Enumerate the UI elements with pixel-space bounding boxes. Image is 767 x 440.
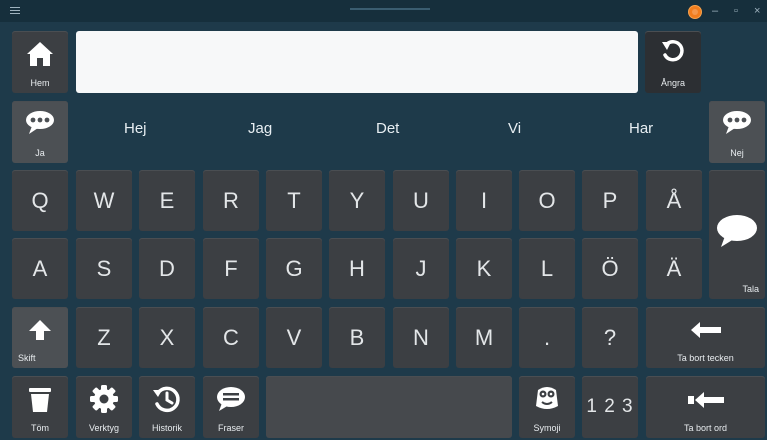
key-o-umlaut[interactable]: Ö (582, 238, 638, 299)
key-a-umlaut[interactable]: Ä (646, 238, 702, 299)
key-f[interactable]: F (203, 238, 259, 299)
speech-bubble-icon (717, 215, 757, 247)
app-badge-icon (688, 5, 702, 19)
no-label: Nej (730, 148, 744, 158)
key-z[interactable]: Z (76, 307, 132, 368)
close-button[interactable]: × (754, 3, 760, 19)
undo-icon (662, 40, 684, 62)
phrases-label: Fraser (217, 423, 244, 433)
key-g[interactable]: G (266, 238, 322, 299)
key-period[interactable]: . (519, 307, 575, 368)
key-h[interactable]: H (329, 238, 385, 299)
key-v[interactable]: V (266, 307, 322, 368)
key-b[interactable]: B (329, 307, 385, 368)
backspace-word-label: Ta bort ord (683, 423, 728, 433)
key-w[interactable]: W (76, 170, 132, 231)
undo-label: Ångra (660, 78, 686, 88)
home-button[interactable]: Hem (12, 31, 68, 93)
symoji-face-icon (536, 387, 558, 409)
backspace-word-icon (687, 392, 724, 408)
phrases-button[interactable]: Fraser (203, 376, 259, 438)
suggestion-2[interactable]: Jag (248, 120, 272, 137)
key-c[interactable]: C (203, 307, 259, 368)
backspace-arrow-icon (690, 322, 721, 338)
key-e[interactable]: E (139, 170, 195, 231)
yes-button[interactable]: Ja (12, 101, 68, 163)
trash-icon (29, 388, 51, 412)
key-m[interactable]: M (456, 307, 512, 368)
key-y[interactable]: Y (329, 170, 385, 231)
key-p[interactable]: P (582, 170, 638, 231)
suggestion-3[interactable]: Det (376, 120, 399, 137)
yes-label: Ja (35, 148, 45, 158)
minimize-button[interactable]: – (712, 3, 718, 19)
speak-button[interactable]: Tala (709, 170, 765, 299)
history-clock-icon (153, 386, 180, 413)
backspace-char-label: Ta bort tecken (677, 353, 734, 363)
tools-label: Verktyg (88, 423, 119, 433)
maximize-button[interactable]: ▫ (734, 3, 738, 19)
key-question[interactable]: ? (582, 307, 638, 368)
key-r[interactable]: R (203, 170, 259, 231)
speak-label: Tala (742, 284, 759, 294)
symoji-button[interactable]: Symoji (519, 376, 575, 438)
shift-arrow-icon (29, 320, 51, 340)
key-a[interactable]: A (12, 238, 68, 299)
key-l[interactable]: L (519, 238, 575, 299)
suggestion-1[interactable]: Hej (124, 120, 147, 137)
gear-icon (90, 385, 118, 413)
history-button[interactable]: Historik (139, 376, 195, 438)
key-s[interactable]: S (76, 238, 132, 299)
home-label: Hem (30, 78, 50, 88)
backspace-word-button[interactable]: Ta bort ord (646, 376, 765, 438)
suggestion-5[interactable]: Har (629, 120, 653, 137)
clear-label: Töm (31, 423, 49, 433)
shift-label: Skift (18, 353, 36, 363)
clear-button[interactable]: Töm (12, 376, 68, 438)
phrase-bubble-icon (217, 387, 245, 411)
numbers-button[interactable]: 1 2 3 (582, 376, 638, 438)
undo-button[interactable]: Ångra (645, 31, 701, 93)
space-bar[interactable] (266, 376, 512, 438)
home-icon (27, 42, 53, 66)
history-label: Historik (151, 423, 182, 433)
backspace-char-button[interactable]: Ta bort tecken (646, 307, 765, 368)
key-d[interactable]: D (139, 238, 195, 299)
symoji-label: Symoji (533, 423, 561, 433)
key-u[interactable]: U (393, 170, 449, 231)
key-o[interactable]: O (519, 170, 575, 231)
key-j[interactable]: J (393, 238, 449, 299)
tools-button[interactable]: Verktyg (76, 376, 132, 438)
suggestion-4[interactable]: Vi (508, 120, 521, 137)
speech-bubble-icon (723, 111, 751, 134)
message-display[interactable] (76, 31, 638, 93)
no-button[interactable]: Nej (709, 101, 765, 163)
title-bar: – ▫ × (0, 0, 767, 22)
shift-button[interactable]: Skift (12, 307, 68, 368)
key-k[interactable]: K (456, 238, 512, 299)
key-i[interactable]: I (456, 170, 512, 231)
title-accent-line (350, 8, 430, 10)
key-t[interactable]: T (266, 170, 322, 231)
key-n[interactable]: N (393, 307, 449, 368)
key-a-ring[interactable]: Å (646, 170, 702, 231)
key-x[interactable]: X (139, 307, 195, 368)
hamburger-menu-icon[interactable] (10, 7, 20, 15)
key-q[interactable]: Q (12, 170, 68, 231)
speech-bubble-icon (26, 111, 54, 134)
